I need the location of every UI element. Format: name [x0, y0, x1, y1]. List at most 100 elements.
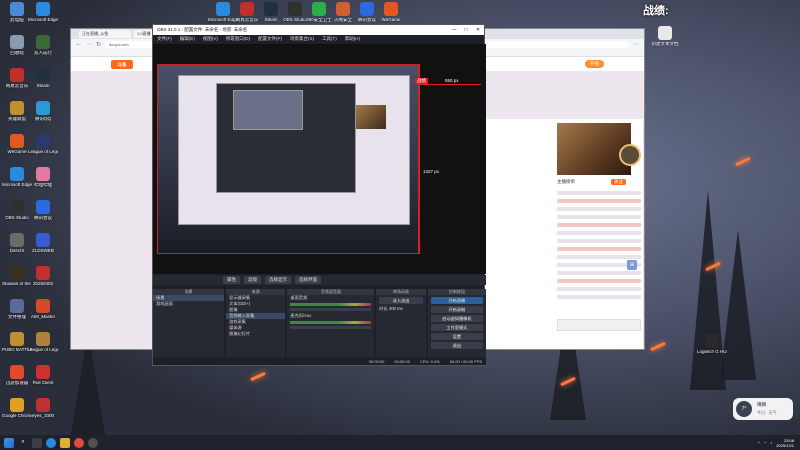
desktop-icon-logitech[interactable]: Logitech G HUB [697, 334, 727, 355]
wallpaper-ember [250, 371, 266, 382]
file-explorer-icon[interactable] [60, 437, 70, 448]
app-icon [10, 68, 24, 82]
desktop-icon[interactable]: League of Legends [28, 332, 58, 353]
app-icon [384, 2, 398, 16]
streamer-avatar[interactable] [619, 144, 641, 166]
desktop-icon-label: 哔哩哔哩 [34, 183, 52, 187]
desktop-icon[interactable]: 腾讯QQ [28, 101, 58, 122]
chat-header: 主播榜单 [557, 179, 575, 184]
browser-tab[interactable]: 正在直播_斗鱼 [79, 30, 131, 38]
open-stream-button[interactable]: 开播 [585, 60, 604, 68]
forward-icon[interactable]: → [86, 41, 92, 47]
back-icon[interactable]: ← [76, 41, 82, 47]
obs-menu-item[interactable]: 视图(V) [203, 36, 218, 42]
desktop-icon[interactable]: Microsoft Edge [28, 2, 58, 23]
source-toolbar-button[interactable]: 选择界面 [295, 276, 321, 284]
app-icon [10, 35, 24, 49]
desktop-icon[interactable]: ZLDSWEB [28, 233, 58, 254]
source-item[interactable]: 图像幻灯片 [226, 331, 285, 337]
desktop-icon[interactable]: Steam [28, 68, 58, 89]
taskbar: ⌕ ^ ◔ ♪ 23:08 2025/12/1 [0, 435, 800, 450]
desktop-icon[interactable]: 双人成行 [28, 35, 58, 56]
obs-window: OBS 31.0.1 - 配置文件: 未命名 - 场景: 未命名 — □ ✕ 文… [152, 24, 486, 366]
menu-icon[interactable]: ⋯ [633, 41, 639, 48]
obs-menu-item[interactable]: 停靠窗口(D) [226, 36, 250, 42]
obs-menu-item[interactable]: 工具(T) [322, 36, 337, 42]
control-button[interactable]: 退出 [430, 342, 483, 349]
controls-dock: 控制按钮 开始直播开始录制启动虚拟摄像机 工作室模式设置退出 [427, 289, 486, 359]
transition-select[interactable]: 淡入淡出 [379, 297, 423, 304]
site-logo[interactable]: 斗鱼 [111, 59, 133, 69]
obs-menubar: 文件(F) 编辑(E) 视图(V) 停靠窗口(D) 配置文件(P) 场景集合(S) 工具(T… [153, 35, 484, 43]
obs-menu-item[interactable]: 文件(F) [157, 36, 172, 42]
volume-slider[interactable] [290, 308, 372, 311]
desktop-icon-label: 双人成行 [34, 51, 52, 55]
desktop-icon[interactable]: 20250402 [28, 266, 58, 287]
chat-line [557, 215, 641, 219]
desktop-icon[interactable]: WeGame [376, 2, 406, 23]
search-icon[interactable]: ⌕ [18, 438, 28, 448]
clock[interactable]: 23:08 2025/12/1 [776, 438, 794, 448]
desktop-icon[interactable]: eyes_1000 [28, 398, 58, 419]
maximize-icon[interactable]: □ [460, 27, 472, 33]
chrome-icon[interactable] [74, 437, 84, 448]
app-icon [36, 200, 50, 214]
follow-button[interactable]: 关注 [611, 179, 626, 185]
app-icon [36, 332, 50, 346]
obs-menu-item[interactable]: 配置文件(P) [258, 36, 282, 42]
reload-icon[interactable]: ↻ [96, 41, 101, 48]
status-item: CPU: 0.4% [419, 358, 440, 364]
source-toolbar-button[interactable]: 滤镜 [244, 276, 261, 284]
wallpaper-caption: 战绩: [643, 5, 669, 17]
control-button[interactable]: 启动虚拟摄像机 [430, 315, 483, 322]
obs-menu-item[interactable]: 帮助(H) [345, 36, 360, 42]
app-icon [10, 398, 24, 412]
desktop-icon-label: eyes_1000 [31, 414, 55, 418]
desktop-icon[interactable]: Riot Client [28, 365, 58, 386]
desktop-icon[interactable]: League of Legends [28, 134, 58, 155]
preview-canvas[interactable] [157, 64, 419, 254]
desktop-icon[interactable]: AIM_Master [28, 299, 58, 320]
desktop-icon[interactable]: 哔哩哔哩 [28, 167, 58, 188]
weather-widget[interactable]: 7° 晴朗 今日 · 天气 [733, 398, 793, 420]
app-icon [36, 398, 50, 412]
app-icon [36, 365, 50, 379]
chat-input[interactable] [557, 319, 641, 331]
side-float-button[interactable]: ⊞ [627, 260, 637, 270]
transition-duration[interactable]: 时长 300 ms [376, 306, 425, 312]
dock-title: 控制按钮 [427, 289, 486, 295]
obs-preview[interactable]: 550 px 1327 px 战绩 [153, 44, 486, 274]
obs-menu-item[interactable]: 编辑(E) [180, 36, 195, 42]
mixer-channel-label: 麦克风/Aux [290, 313, 312, 318]
chevron-up-icon[interactable]: ^ [758, 440, 760, 445]
status-item: 60.00 / 60.00 FPS [449, 358, 482, 364]
app-icon [216, 2, 230, 16]
control-button[interactable]: 开始录制 [430, 306, 483, 313]
source-toolbar-button[interactable]: 选择显示 [265, 276, 291, 284]
control-button[interactable]: 设置 [430, 333, 483, 340]
obs-icon[interactable] [88, 437, 98, 448]
desktop-icon-label: AIM_Master [30, 315, 56, 319]
app-icon [36, 266, 50, 280]
scene-item[interactable]: 游戏画面 [153, 301, 224, 307]
weather-subtitle: 今日 · 天气 [757, 410, 777, 415]
desktop-icon-label: League of Legends [28, 150, 58, 154]
control-button[interactable]: 开始直播 [430, 297, 483, 304]
desktop-icon[interactable]: 腾讯会议 [28, 200, 58, 221]
volume-slider[interactable] [290, 326, 372, 329]
volume-icon[interactable]: ♪ [770, 440, 772, 445]
desktop-icon-label: League of Legends [28, 348, 58, 352]
minimize-icon[interactable]: — [448, 27, 460, 33]
app-icon [10, 332, 24, 346]
source-toolbar-button[interactable]: 属性 [223, 276, 240, 284]
obs-menu-item[interactable]: 场景集合(S) [290, 36, 314, 42]
edge-icon[interactable] [46, 437, 56, 448]
chat-line [557, 199, 641, 203]
network-icon[interactable]: ◔ [764, 440, 766, 445]
task-view-icon[interactable] [32, 437, 42, 448]
desktop-icon-new-text[interactable]: 新建文本文档 [650, 26, 680, 47]
start-icon[interactable] [4, 437, 14, 448]
control-button[interactable]: 工作室模式 [430, 324, 483, 331]
app-icon [264, 2, 278, 16]
close-icon[interactable]: ✕ [472, 27, 484, 33]
